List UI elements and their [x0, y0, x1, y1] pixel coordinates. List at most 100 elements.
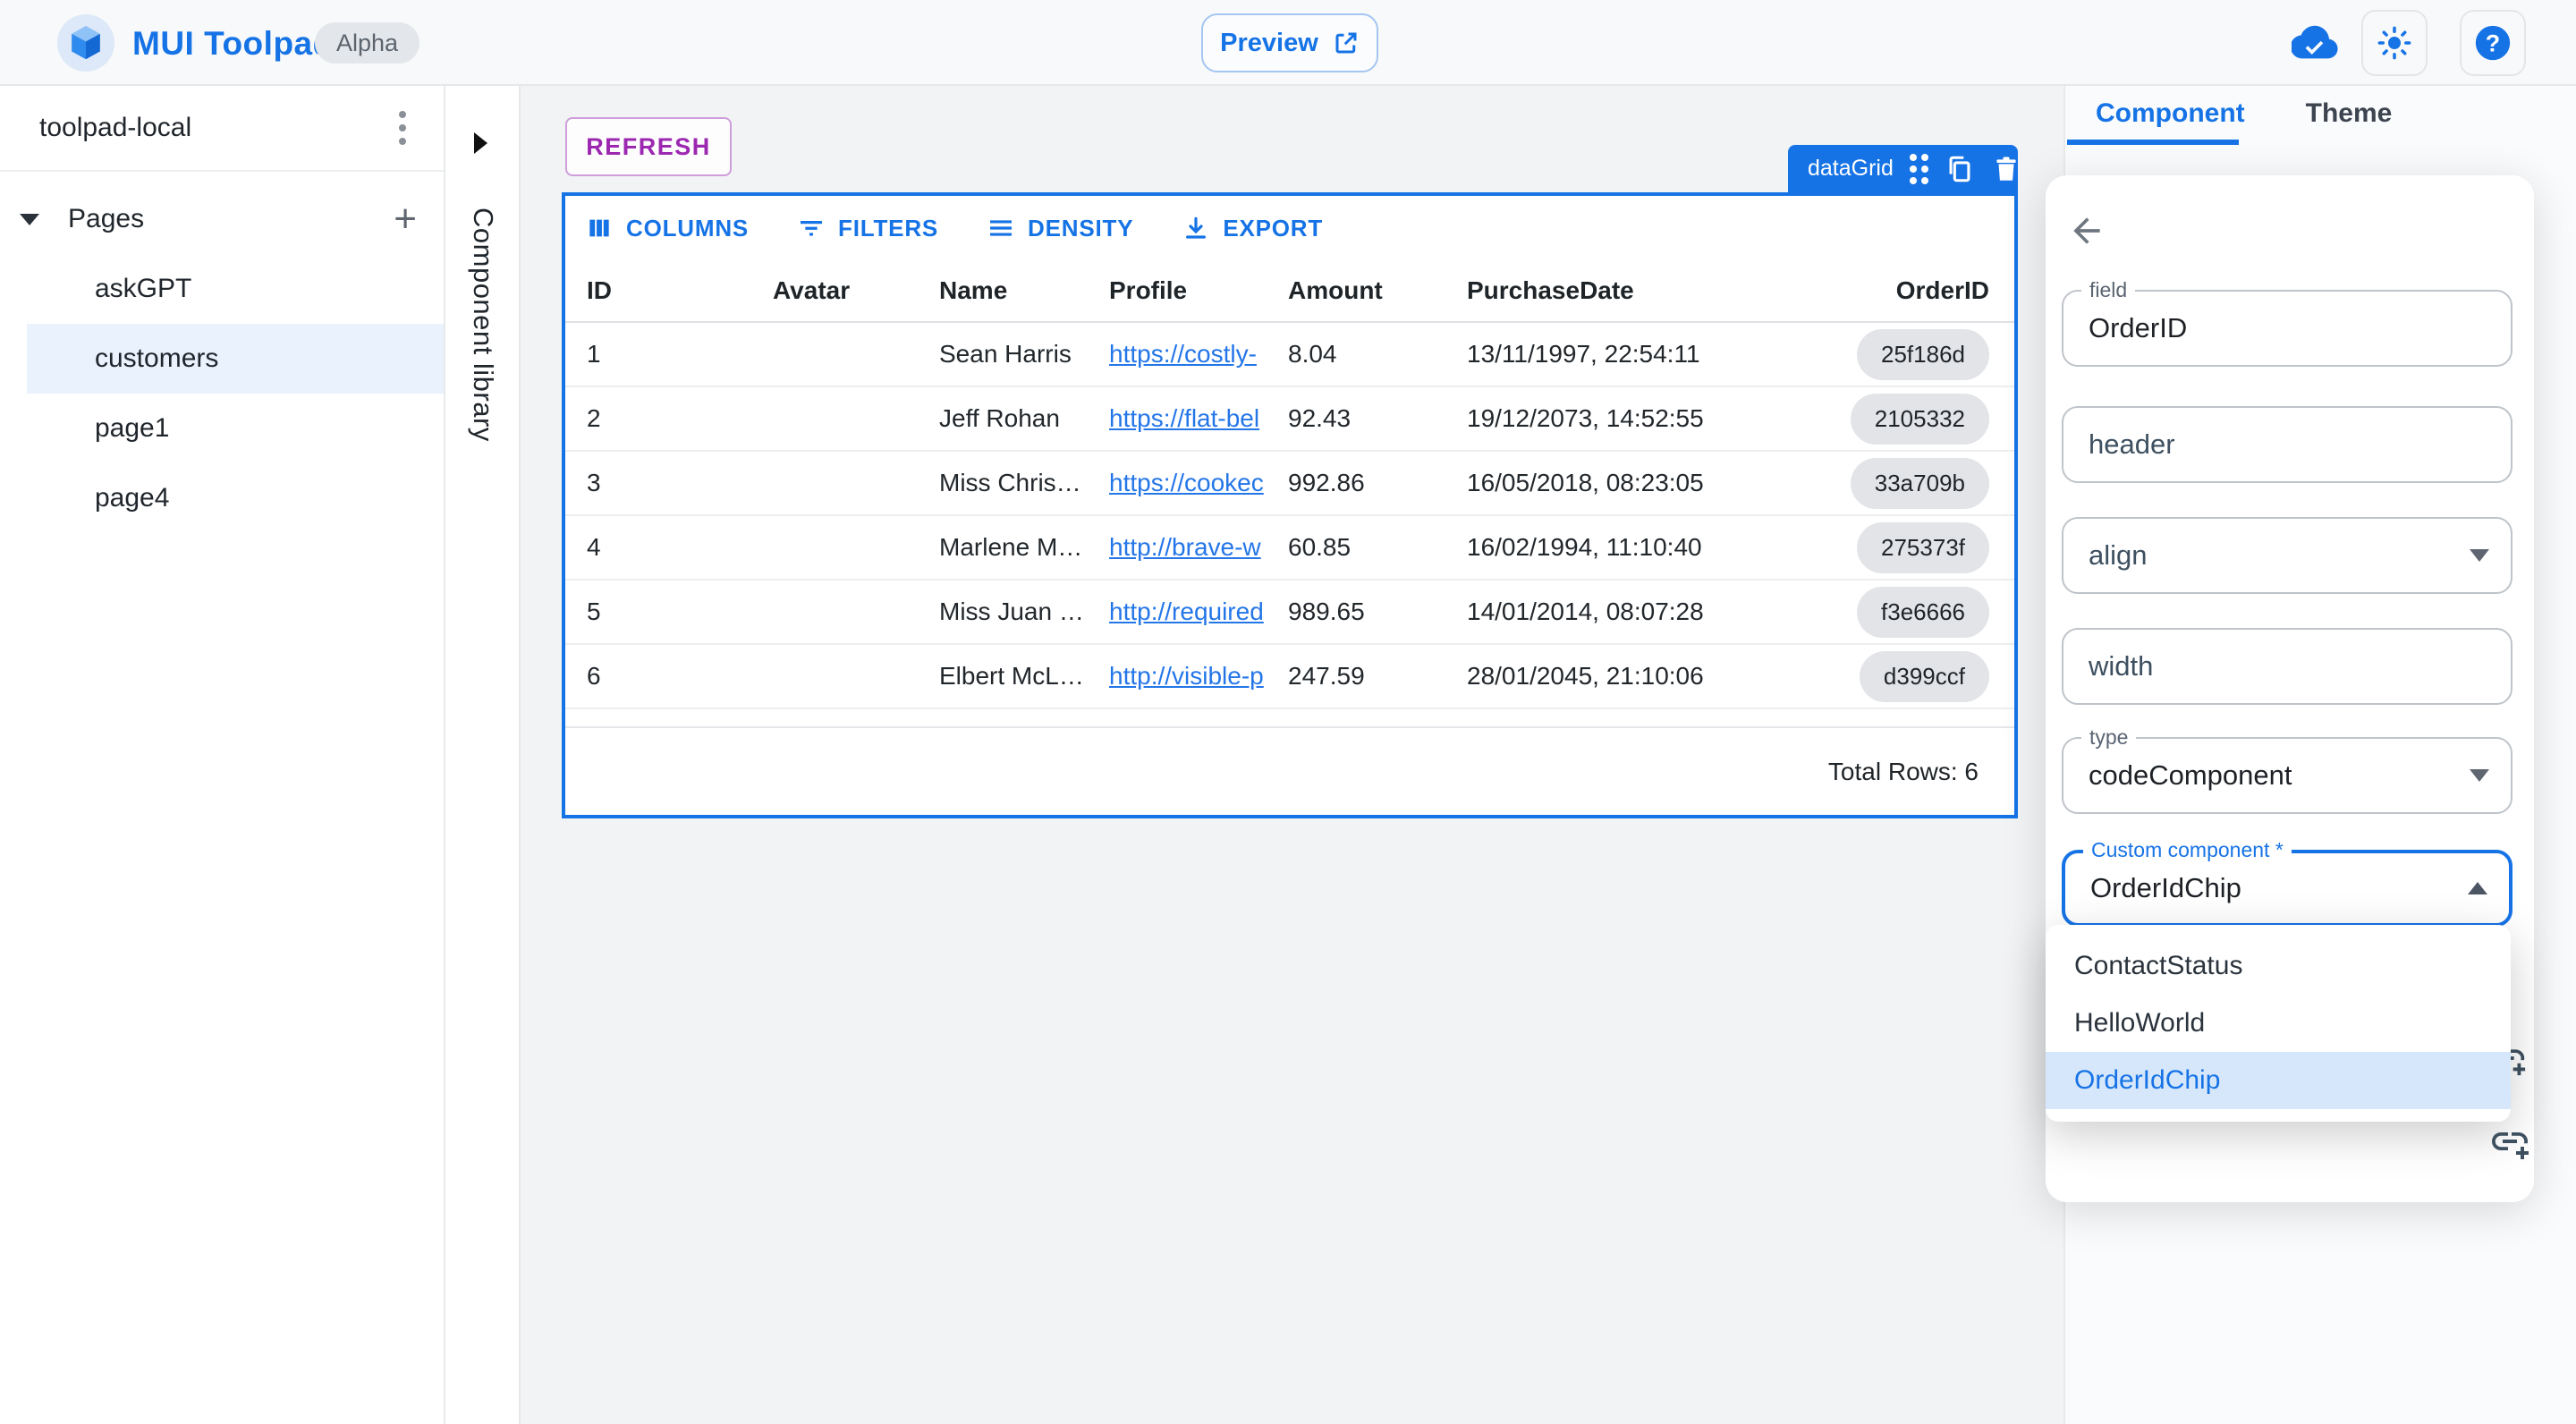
cell-purchasedate: 16/02/1994, 11:10:40	[1467, 533, 1825, 562]
width-input[interactable]: width	[2062, 628, 2512, 705]
profile-link[interactable]: http://visible-p	[1109, 662, 1264, 690]
orderid-chip: 275373f	[1857, 522, 1989, 573]
menu-item-orderidchip[interactable]: OrderIdChip	[2046, 1052, 2511, 1109]
total-rows-label: Total Rows: 6	[1828, 758, 1979, 786]
column-header-purchasedate[interactable]: PurchaseDate	[1467, 276, 1825, 305]
column-header-profile[interactable]: Profile	[1109, 276, 1288, 305]
sidebar-item-page4[interactable]: page4	[27, 463, 444, 533]
table-row: 4 Marlene M… http://brave-w 60.85 16/02/…	[565, 516, 2014, 581]
columns-button[interactable]: COLUMNS	[585, 214, 749, 242]
profile-link[interactable]: http://required	[1109, 598, 1264, 625]
sidebar-item-customers[interactable]: customers	[27, 324, 444, 394]
table-row: 2 Jeff Rohan https://flat-bel 92.43 19/1…	[565, 387, 2014, 452]
chevron-up-icon	[2468, 882, 2487, 894]
column-header-amount[interactable]: Amount	[1288, 276, 1467, 305]
drag-indicator-icon[interactable]	[1910, 154, 1928, 184]
help-button[interactable]: ?	[2460, 10, 2526, 76]
tab-component[interactable]: Component	[2065, 86, 2275, 145]
cell-amount: 989.65	[1288, 598, 1467, 626]
cell-amount: 60.85	[1288, 533, 1467, 562]
header-input[interactable]: header	[2062, 406, 2512, 483]
custom-component-value: OrderIdChip	[2090, 872, 2241, 904]
data-grid[interactable]: COLUMNS FILTERS DE	[562, 192, 2018, 818]
align-select[interactable]: align	[2062, 517, 2512, 594]
profile-link[interactable]: https://costly-	[1109, 340, 1257, 368]
chevron-down-icon	[2470, 549, 2489, 562]
profile-link[interactable]: http://brave-w	[1109, 533, 1261, 561]
filters-button-label: FILTERS	[838, 215, 938, 242]
profile-link[interactable]: https://flat-bel	[1109, 404, 1259, 432]
tab-theme[interactable]: Theme	[2275, 86, 2423, 145]
cell-id: 3	[565, 469, 751, 497]
density-icon	[987, 214, 1015, 242]
toolpad-editor: MUI Toolpad Alpha Preview	[0, 0, 2576, 1424]
cell-id: 1	[565, 340, 751, 369]
cell-amount: 247.59	[1288, 662, 1467, 691]
filters-button[interactable]: FILTERS	[797, 214, 938, 242]
sidebar-item-page1[interactable]: page1	[27, 394, 444, 463]
project-name: toolpad-local	[39, 113, 383, 143]
export-button[interactable]: EXPORT	[1182, 214, 1323, 242]
menu-item-helloworld[interactable]: HelloWorld	[2046, 995, 2511, 1052]
cell-name: Marlene M…	[939, 533, 1109, 562]
selected-component-label: dataGrid	[1808, 156, 1894, 182]
duplicate-icon[interactable]	[1945, 154, 1975, 184]
refresh-button[interactable]: REFRESH	[565, 117, 732, 176]
column-header-avatar[interactable]: Avatar	[751, 276, 939, 305]
profile-link[interactable]: https://cookec	[1109, 469, 1264, 496]
delete-icon[interactable]	[1991, 154, 2021, 184]
column-header-name[interactable]: Name	[939, 276, 1109, 305]
custom-component-dropdown: ContactStatus HelloWorld OrderIdChip	[2046, 925, 2511, 1122]
custom-component-select[interactable]: Custom component * OrderIdChip	[2062, 850, 2512, 927]
custom-component-label: Custom component *	[2083, 838, 2292, 862]
chevron-down-icon	[2470, 769, 2489, 782]
light-mode-icon	[2376, 24, 2413, 62]
collapse-arrow-icon[interactable]	[20, 214, 39, 225]
expand-library-icon[interactable]	[474, 132, 487, 154]
type-select-label: type	[2081, 725, 2136, 750]
type-select[interactable]: type codeComponent	[2062, 737, 2512, 814]
column-header-orderid[interactable]: OrderID	[1825, 276, 2014, 305]
filter-list-icon	[797, 214, 826, 242]
cell-amount: 92.43	[1288, 404, 1467, 433]
grid-empty-strip	[565, 709, 2014, 728]
canvas: REFRESH dataGrid	[521, 86, 2063, 1424]
cell-id: 4	[565, 533, 751, 562]
table-row: 6 Elbert McL… http://visible-p 247.59 28…	[565, 645, 2014, 709]
export-icon	[1182, 214, 1210, 242]
selection-overlay: dataGrid	[1788, 145, 2018, 192]
sidebar-item-askgpt[interactable]: askGPT	[27, 254, 444, 324]
field-input-value: OrderID	[2089, 312, 2187, 344]
page-item-label: page1	[95, 413, 169, 444]
orderid-chip: 2105332	[1851, 394, 1989, 445]
project-menu-button[interactable]	[383, 106, 422, 149]
density-button[interactable]: DENSITY	[987, 214, 1133, 242]
alpha-badge: Alpha	[315, 22, 419, 64]
cell-name: Miss Juan …	[939, 598, 1109, 626]
grid-footer: Total Rows: 6	[565, 728, 2014, 815]
cell-amount: 992.86	[1288, 469, 1467, 497]
cell-purchasedate: 13/11/1997, 22:54:11	[1467, 340, 1825, 369]
menu-item-contactstatus[interactable]: ContactStatus	[2046, 937, 2511, 995]
header-input-label: header	[2089, 428, 2175, 461]
app-bar: MUI Toolpad Alpha Preview	[0, 0, 2576, 86]
cloud-done-icon	[2292, 20, 2338, 66]
preview-button[interactable]: Preview	[1201, 13, 1378, 72]
orderid-chip: 33a709b	[1851, 458, 1989, 509]
column-header-id[interactable]: ID	[565, 276, 751, 305]
table-row: 1 Sean Harris https://costly- 8.04 13/11…	[565, 323, 2014, 387]
add-link-icon[interactable]	[2488, 1120, 2531, 1163]
open-in-new-icon	[1333, 30, 1360, 56]
svg-text:?: ?	[2486, 30, 2500, 57]
field-input-label: field	[2081, 278, 2135, 302]
field-input[interactable]: field OrderID	[2062, 290, 2512, 367]
toolpad-logo[interactable]	[57, 14, 114, 72]
pages-section-header[interactable]: Pages +	[0, 184, 444, 254]
cell-purchasedate: 16/05/2018, 08:23:05	[1467, 469, 1825, 497]
component-library-strip[interactable]: Component library	[447, 86, 521, 1424]
add-page-button[interactable]: +	[394, 199, 417, 239]
cell-name: Sean Harris	[939, 340, 1109, 369]
cell-purchasedate: 14/01/2014, 08:07:28	[1467, 598, 1825, 626]
back-arrow-icon[interactable]	[2067, 211, 2106, 250]
theme-toggle-button[interactable]	[2361, 10, 2428, 76]
